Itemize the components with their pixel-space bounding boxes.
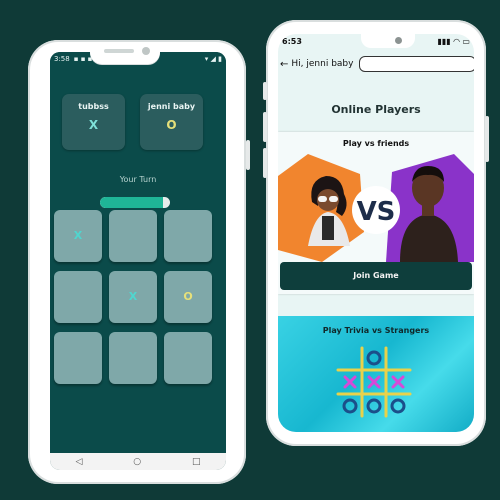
vs-label: VS <box>357 197 396 227</box>
game-screen: 3:58 ▪ ▪ ▪ ▪ ▾ ◢ ▮ tubbss X jenni baby O… <box>50 52 226 470</box>
player-card-1: tubbss X <box>62 94 125 150</box>
lobby-screen: 6:53 ▮▮▮ ◠ ▭ ← Hi, jenni baby Online Pla… <box>278 34 474 432</box>
back-icon[interactable]: ◁ <box>75 457 82 467</box>
greeting-text: Hi, jenni baby <box>291 59 354 69</box>
board-cell[interactable] <box>109 332 157 384</box>
tic-tac-toe-icon <box>336 346 412 418</box>
power-button <box>246 140 250 170</box>
right-phone: 6:53 ▮▮▮ ◠ ▭ ← Hi, jenni baby Online Pla… <box>263 20 489 446</box>
home-icon[interactable]: ○ <box>133 457 141 467</box>
turn-timer-fill <box>100 197 163 208</box>
board-cell[interactable]: X <box>54 210 102 262</box>
player-mark: O <box>166 118 177 132</box>
mute-switch <box>263 82 267 100</box>
status-time: 3:58 <box>54 55 70 63</box>
play-vs-friends-card[interactable]: Play vs friends VS Join Game <box>278 132 474 294</box>
page-title: Online Players <box>331 103 421 116</box>
card-title: Play vs friends <box>342 139 410 148</box>
join-game-button[interactable]: Join Game <box>280 262 472 290</box>
board-cell[interactable]: X <box>109 271 157 323</box>
board-cell[interactable] <box>54 332 102 384</box>
vs-illustration: VS <box>278 154 474 262</box>
board-cell[interactable] <box>164 332 212 384</box>
recents-icon[interactable]: □ <box>192 457 201 467</box>
trivia-card[interactable]: Play Trivia vs Strangers <box>278 316 474 432</box>
greeting-input[interactable] <box>359 56 474 72</box>
player-mark: X <box>88 118 99 132</box>
board-cell[interactable] <box>164 210 212 262</box>
power-button <box>485 116 489 162</box>
board-cell[interactable]: O <box>164 271 212 323</box>
player-name: tubbss <box>78 102 109 111</box>
status-right-icons: ▾ ◢ ▮ <box>204 55 222 63</box>
android-nav-bar: ◁ ○ □ <box>50 453 226 470</box>
board-cell[interactable] <box>109 210 157 262</box>
status-time: 6:53 <box>282 36 302 46</box>
back-arrow-icon[interactable]: ← <box>280 59 288 70</box>
turn-timer-bar <box>100 197 170 208</box>
left-phone-notch <box>90 42 160 64</box>
turn-indicator: Your Turn <box>119 175 157 184</box>
status-right-icons: ▮▮▮ ◠ ▭ <box>437 36 471 46</box>
player-name: jenni baby <box>147 102 196 111</box>
card-title: Play Trivia vs Strangers <box>322 326 430 335</box>
player-card-2: jenni baby O <box>140 94 203 150</box>
right-phone-notch <box>361 34 415 48</box>
volume-up-button <box>263 112 267 142</box>
board-cell[interactable] <box>54 271 102 323</box>
volume-down-button <box>263 148 267 178</box>
left-phone: 3:58 ▪ ▪ ▪ ▪ ▾ ◢ ▮ tubbss X jenni baby O… <box>28 40 250 484</box>
